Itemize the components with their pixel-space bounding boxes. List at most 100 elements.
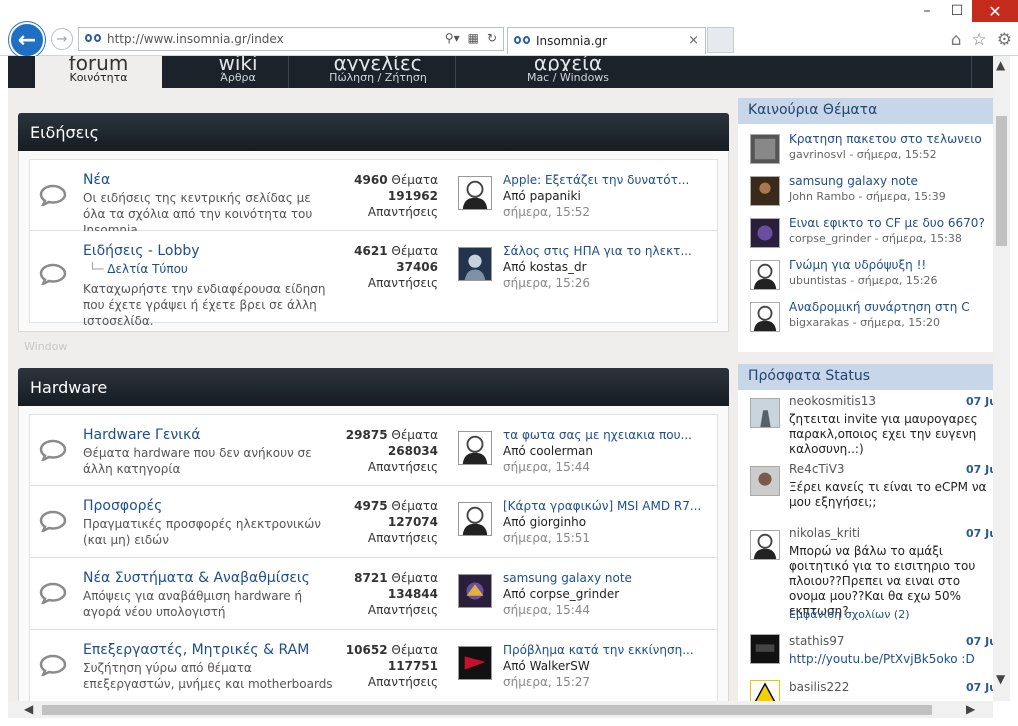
tab-close-icon[interactable]: × — [688, 33, 699, 48]
status-user[interactable]: basilis222 — [789, 680, 849, 694]
avatar[interactable] — [750, 398, 780, 428]
scroll-left-icon[interactable]: ◀ — [24, 702, 33, 716]
last-post-link[interactable]: Πρόβλημα κατά την εκκίνηση... — [503, 642, 733, 658]
vertical-scrollbar[interactable]: ▲ ▼ — [993, 56, 1010, 701]
list-item: stathis97 07 Ju http://youtu.be/PtXvjBk5… — [738, 630, 993, 676]
forum-title-link[interactable]: Επεξεργαστές, Μητρικές & RAM — [83, 642, 309, 658]
list-item: Αναδρομική συνάρτηση στη C bigxarakas - … — [738, 296, 993, 338]
scroll-right-icon[interactable]: ▶ — [966, 702, 975, 716]
horizontal-scrollbar[interactable]: ◀ ▶ — [8, 701, 993, 718]
minimize-button[interactable]: – — [912, 0, 942, 22]
site-top-nav: forum Κοινότητα wiki Άρθρα αγγελίες Πώλη… — [8, 56, 993, 88]
forum-title-link[interactable]: Νέα Συστήματα & Αναβαθμίσεις — [83, 570, 310, 586]
nav-divider — [971, 56, 972, 88]
forum-title-link[interactable]: Προσφορές — [83, 498, 162, 514]
last-post-link[interactable]: Σάλος στις ΗΠΑ για το ηλεκτ... — [503, 243, 733, 259]
last-post-link[interactable]: [Κάρτα γραφικών] MSI AMD R7... — [503, 498, 733, 514]
scroll-down-icon[interactable]: ▼ — [996, 672, 1005, 686]
last-post: samsung galaxy note Από corpse_grinder σ… — [503, 570, 733, 618]
refresh-icon[interactable]: ↻ — [487, 31, 497, 45]
status-text: ζητειται invite για μαυρογαρες παρακλ,οπ… — [789, 412, 978, 456]
status-user[interactable]: nikolas_kriti — [789, 526, 860, 540]
nav-forum[interactable]: forum Κοινότητα — [35, 56, 162, 88]
last-post-link[interactable]: samsung galaxy note — [503, 570, 733, 586]
gear-icon[interactable]: ⚙ — [997, 30, 1012, 50]
avatar[interactable] — [750, 634, 780, 664]
speech-bubble-icon — [38, 263, 68, 287]
thread-link[interactable]: Γνώμη για υδρόψυξη !! — [789, 258, 926, 272]
forum-title-link[interactable]: Ειδήσεις - Lobby — [83, 243, 200, 259]
forum-stats: 29875 Θέματα 268034 Απαντήσεις — [330, 427, 438, 475]
search-icon[interactable]: ⚲▾ — [445, 31, 460, 45]
last-post-link[interactable]: Apple: Εξετάζει την δυνατότ... — [503, 172, 733, 188]
nav-divider — [288, 56, 289, 88]
last-post-user[interactable]: coolerman — [530, 444, 593, 458]
tab-insomnia[interactable]: Insomnia.gr × — [507, 27, 706, 54]
last-post-user[interactable]: corpse_grinder — [530, 587, 620, 601]
forward-button[interactable]: → — [51, 28, 73, 50]
speech-bubble-icon — [38, 439, 68, 463]
compat-view-icon[interactable]: ▦ — [468, 31, 479, 45]
avatar[interactable] — [750, 218, 780, 248]
maximize-button[interactable]: ☐ — [942, 0, 972, 22]
thread-link[interactable]: samsung galaxy note — [789, 174, 918, 188]
show-comments-link[interactable]: Εμφάνιση σχολίων (2) — [789, 608, 909, 621]
close-window-button[interactable]: ✕ — [972, 0, 1018, 22]
last-post-link[interactable]: τα φωτα σας με ηχειακια που... — [503, 427, 733, 443]
last-post-user[interactable]: WalkerSW — [530, 659, 590, 673]
sidebar-new-threads: Καινούρια Θέματα Κρατηση πακετου στο τελ… — [738, 98, 993, 352]
avatar[interactable] — [750, 680, 780, 701]
last-post-user[interactable]: giorginho — [530, 515, 587, 529]
status-user[interactable]: Re4cTiV3 — [789, 462, 845, 476]
status-user[interactable]: neokosmitis13 — [789, 394, 876, 408]
topic-count: 4975 — [354, 499, 388, 513]
last-post: Apple: Εξετάζει την δυνατότ... Από papan… — [503, 172, 733, 220]
forum-title-link[interactable]: Hardware Γενικά — [83, 427, 200, 443]
window-controls: – ☐ ✕ — [912, 0, 1018, 24]
status-date: 07 Ju — [966, 681, 993, 694]
scroll-thumb[interactable] — [42, 705, 932, 715]
avatar[interactable] — [750, 260, 780, 290]
thread-link[interactable]: Αναδρομική συνάρτηση στη C — [789, 300, 970, 314]
thread-meta: ubuntistas - σήμερα, 15:26 — [789, 274, 938, 287]
nav-forum-big: forum — [68, 56, 129, 71]
forum-title-link[interactable]: Νέα — [83, 172, 110, 188]
last-post-user[interactable]: papaniki — [530, 189, 581, 203]
avatar[interactable] — [458, 176, 492, 210]
topic-label: Θέματα — [391, 643, 438, 657]
address-bar[interactable]: http://www.insomnia.gr/index ⚲▾ ▦ ↻ — [78, 27, 504, 51]
thread-link[interactable]: Κρατηση πακετου στο τελωνειο — [789, 132, 982, 146]
nav-arxeia[interactable]: αρχεία Mac / Windows — [463, 56, 673, 88]
new-tab-button[interactable] — [707, 27, 734, 53]
avatar[interactable] — [750, 466, 780, 496]
reply-label: Απαντήσεις — [367, 205, 438, 219]
subforum-link[interactable]: └─ Δελτία Τύπου — [89, 262, 188, 276]
back-button[interactable]: ← — [9, 22, 45, 58]
avatar[interactable] — [458, 502, 492, 536]
avatar[interactable] — [458, 431, 492, 465]
status-date: 07 Ju — [966, 635, 993, 648]
thread-list: Κρατηση πακετου στο τελωνειο gavrinosvl … — [738, 124, 993, 352]
tab-title: Insomnia.gr — [536, 34, 608, 48]
nav-wiki[interactable]: wiki Άρθρα — [178, 56, 298, 88]
home-icon[interactable]: ⌂ — [951, 30, 962, 50]
status-link[interactable]: http://youtu.be/PtXvjBk5oko :D — [789, 652, 993, 667]
scroll-up-icon[interactable]: ▲ — [996, 58, 1005, 72]
avatar[interactable] — [750, 530, 780, 560]
status-user[interactable]: stathis97 — [789, 634, 844, 648]
by-label: Από — [503, 515, 526, 529]
avatar[interactable] — [750, 302, 780, 332]
speech-bubble-icon — [38, 510, 68, 534]
avatar[interactable] — [750, 176, 780, 206]
last-post-user[interactable]: kostas_dr — [530, 260, 587, 274]
avatar[interactable] — [458, 574, 492, 608]
avatar[interactable] — [458, 247, 492, 281]
scroll-thumb[interactable] — [996, 116, 1007, 246]
by-label: Από — [503, 659, 526, 673]
favorites-star-icon[interactable]: ☆ — [972, 30, 987, 50]
avatar[interactable] — [750, 134, 780, 164]
nav-aggelies[interactable]: αγγελίες Πώληση / Ζήτηση — [298, 56, 458, 88]
avatar[interactable] — [458, 646, 492, 680]
by-label: Από — [503, 260, 526, 274]
thread-link[interactable]: Ειναι εφικτο το CF με δυο 6670? — [789, 216, 985, 230]
